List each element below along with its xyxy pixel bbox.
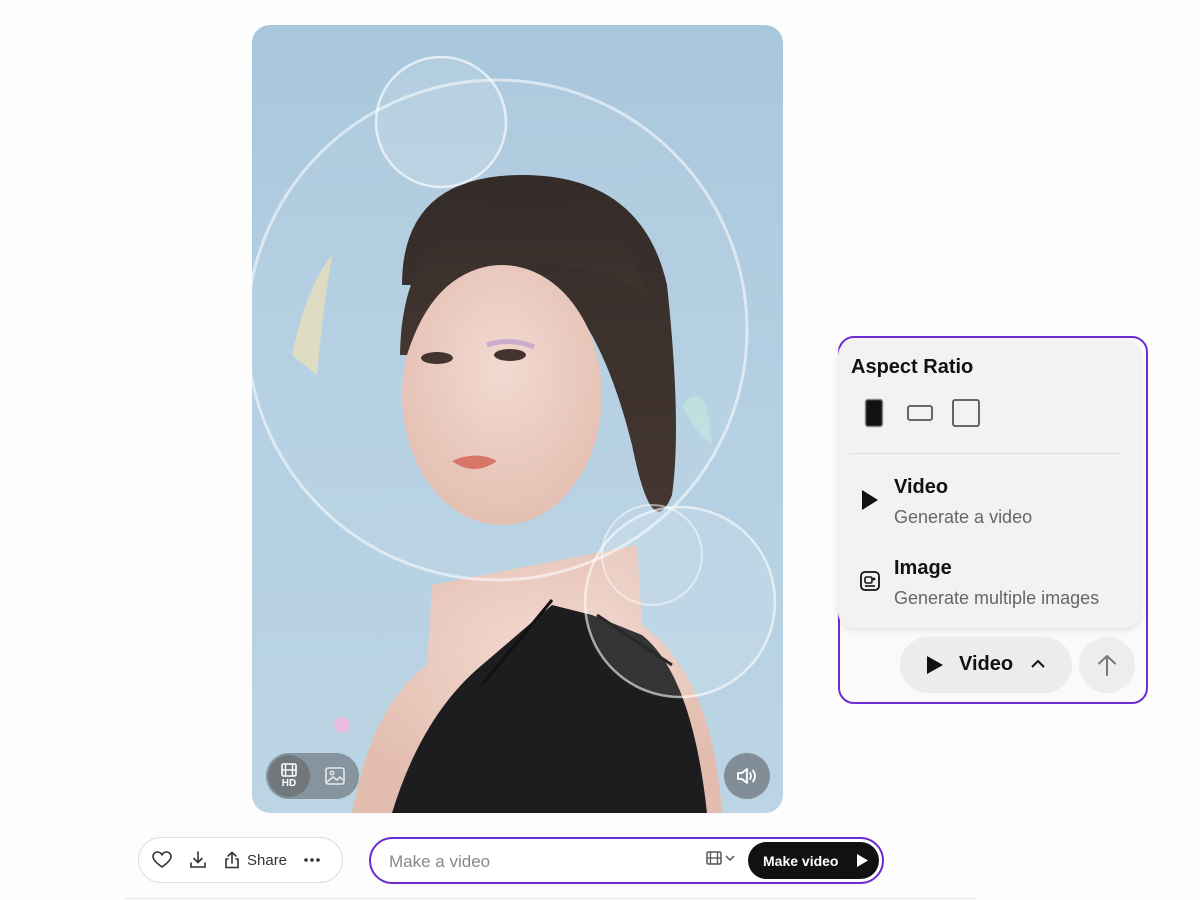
aspect-ratio-portrait[interactable] bbox=[857, 396, 891, 430]
generated-media-preview[interactable] bbox=[252, 25, 783, 813]
mode-select-label: Video bbox=[959, 653, 1014, 675]
chevron-down-icon bbox=[725, 855, 735, 861]
arrow-up-icon bbox=[1098, 655, 1116, 676]
landscape-ratio-icon bbox=[907, 405, 933, 421]
make-video-label: Make video bbox=[763, 852, 839, 869]
video-option-subtitle: Generate a video bbox=[894, 507, 1033, 527]
portrait-image bbox=[252, 55, 777, 813]
ellipsis-icon bbox=[304, 858, 320, 862]
play-icon bbox=[857, 854, 868, 867]
aspect-ratio-landscape[interactable] bbox=[903, 396, 937, 430]
image-icon bbox=[325, 767, 345, 785]
mode-select-button[interactable]: Video bbox=[900, 637, 1072, 693]
share-button[interactable]: Share bbox=[223, 851, 287, 869]
media-actions-bar: Share bbox=[138, 837, 343, 883]
audio-toggle-button[interactable] bbox=[724, 753, 770, 799]
hd-label: HD bbox=[281, 778, 297, 789]
image-segment[interactable] bbox=[314, 755, 356, 797]
submit-button[interactable] bbox=[1079, 637, 1135, 693]
menu-divider bbox=[850, 453, 1121, 454]
aspect-ratio-title: Aspect Ratio bbox=[851, 356, 974, 378]
play-icon bbox=[858, 488, 882, 512]
portrait-ratio-icon bbox=[864, 398, 884, 428]
make-video-button[interactable]: Make video bbox=[748, 842, 879, 879]
like-button[interactable] bbox=[151, 849, 173, 871]
menu-option-video[interactable]: Video Generate a video bbox=[838, 474, 1140, 538]
speaker-icon bbox=[737, 768, 756, 784]
heart-icon bbox=[152, 851, 172, 868]
menu-option-image[interactable]: Image Generate multiple images bbox=[838, 555, 1140, 619]
prompt-bar: Make video bbox=[369, 837, 884, 884]
video-hd-segment[interactable]: HD bbox=[268, 755, 310, 797]
film-icon bbox=[706, 851, 722, 865]
prompt-input[interactable] bbox=[387, 849, 691, 875]
square-ratio-icon bbox=[952, 399, 980, 427]
format-picker[interactable] bbox=[706, 851, 735, 865]
media-format-toggle[interactable]: HD bbox=[266, 753, 359, 799]
share-label: Share bbox=[247, 851, 288, 869]
aspect-ratio-square[interactable] bbox=[949, 396, 983, 430]
image-option-subtitle: Generate multiple images bbox=[894, 588, 1100, 608]
chevron-up-icon bbox=[1031, 659, 1045, 668]
image-option-title: Image bbox=[894, 557, 952, 579]
download-button[interactable] bbox=[187, 849, 209, 871]
film-icon bbox=[281, 763, 297, 777]
video-option-title: Video bbox=[894, 476, 949, 498]
share-icon bbox=[225, 851, 239, 869]
mode-menu: Aspect Ratio Video Generate a video Imag… bbox=[838, 340, 1140, 628]
play-icon bbox=[927, 656, 943, 674]
bottom-divider bbox=[125, 898, 975, 899]
image-stack-icon bbox=[858, 569, 882, 593]
more-options-button[interactable] bbox=[301, 849, 323, 871]
download-icon bbox=[190, 851, 206, 868]
